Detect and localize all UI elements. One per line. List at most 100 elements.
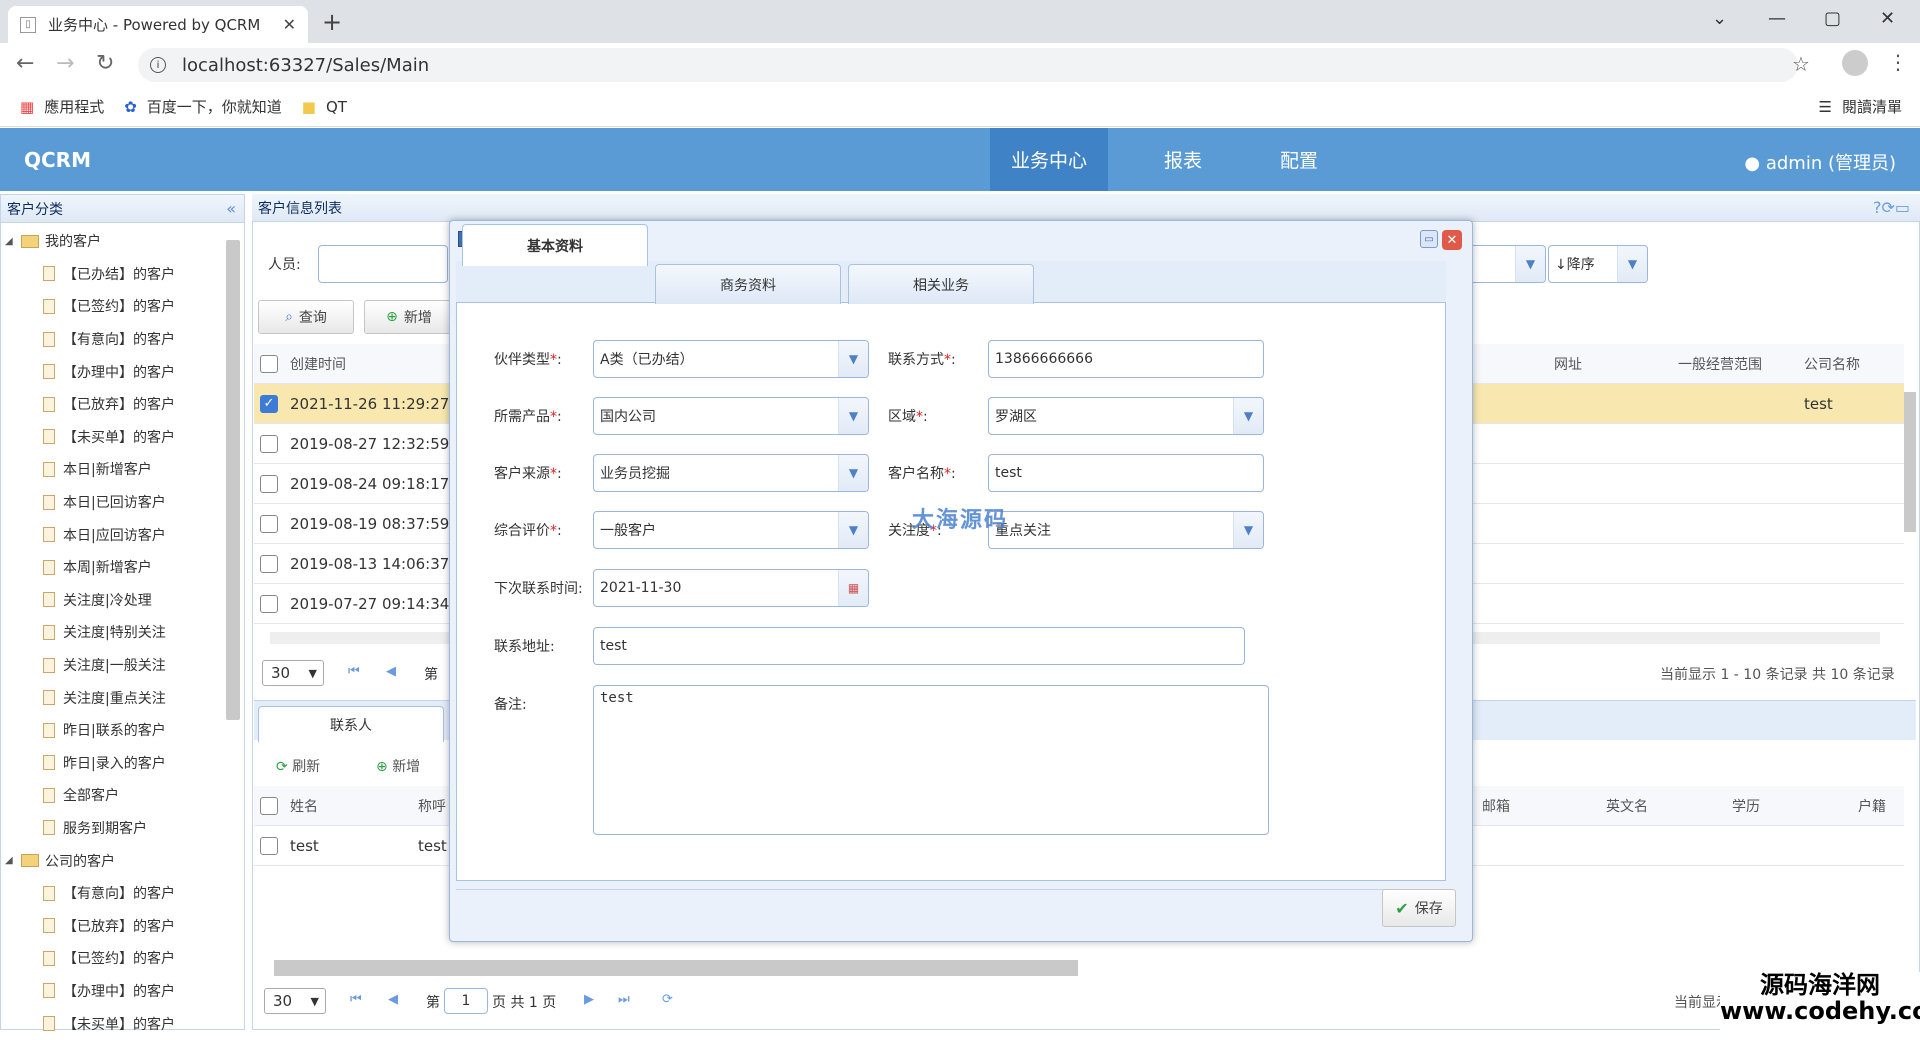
contacts-hscrollbar[interactable]	[274, 960, 1078, 976]
tree-item[interactable]: 关注度|特别关注	[1, 616, 244, 649]
tree-item[interactable]: 【已放弃】的客户	[1, 909, 244, 942]
bookmark-star-icon[interactable]: ☆	[1792, 52, 1810, 76]
first-page-icon[interactable]: ⏮	[348, 664, 360, 679]
col-domicile[interactable]: 户籍	[1858, 796, 1886, 816]
row-checkbox[interactable]	[260, 554, 278, 573]
select-all-checkbox[interactable]	[260, 354, 278, 373]
bookmark-apps[interactable]: ▦ 應用程式	[20, 96, 104, 117]
forward-icon[interactable]: →	[56, 51, 74, 76]
tab-close-icon[interactable]: ✕	[283, 15, 296, 34]
row-checkbox[interactable]	[260, 514, 278, 533]
tree-item[interactable]: 【未买单】的客户	[1, 421, 244, 454]
tree-group[interactable]: ◢ 公司的客户	[1, 844, 244, 877]
new-tab-icon[interactable]: +	[322, 8, 342, 36]
reload-icon[interactable]: ↻	[96, 51, 114, 76]
tree-item[interactable]: 【有意向】的客户	[1, 323, 244, 356]
tab-search-icon[interactable]: ⌄	[1712, 8, 1727, 29]
page-number-input[interactable]: 1	[444, 988, 488, 1014]
contacts-page-size-select[interactable]: 30 ▼	[264, 988, 326, 1014]
grid-vscrollbar[interactable]	[1904, 392, 1916, 532]
tree-item[interactable]: 本日|应回访客户	[1, 518, 244, 551]
tree-group[interactable]: ◢ 我的客户	[1, 225, 244, 258]
tree-item[interactable]: 本日|已回访客户	[1, 486, 244, 519]
row-checkbox[interactable]	[260, 594, 278, 613]
prev-page-icon[interactable]: ◀	[386, 664, 396, 679]
person-input[interactable]	[318, 245, 448, 283]
add-contact-button[interactable]: ⊕ 新增	[376, 756, 420, 776]
tree-item[interactable]: 【办理中】的客户	[1, 355, 244, 388]
source-select[interactable]: 业务员挖掘 ▼	[593, 454, 869, 492]
tree-item[interactable]: 昨日|录入的客户	[1, 747, 244, 780]
collapse-icon[interactable]: «	[226, 199, 236, 218]
col-created-time[interactable]: 创建时间	[290, 354, 346, 374]
customer-name-input[interactable]: test	[988, 454, 1264, 492]
tree-item[interactable]: 【有意向】的客户	[1, 877, 244, 910]
maximize-icon[interactable]: ▢	[1824, 8, 1841, 29]
close-window-icon[interactable]: ✕	[1880, 8, 1895, 29]
add-customer-button[interactable]: ⊕ 新增	[364, 300, 454, 334]
tree-item[interactable]: 【已签约】的客户	[1, 942, 244, 975]
col-title[interactable]: 称呼	[418, 796, 446, 816]
col-education[interactable]: 学历	[1732, 796, 1760, 816]
contacts-select-all-checkbox[interactable]	[260, 796, 278, 815]
col-website[interactable]: 网址	[1554, 354, 1582, 374]
site-info-icon[interactable]: i	[150, 57, 166, 73]
tree-item[interactable]: 昨日|联系的客户	[1, 714, 244, 747]
tree-item[interactable]: 【已放弃】的客户	[1, 388, 244, 421]
tree-item[interactable]: 【已办结】的客户	[1, 258, 244, 291]
row-checkbox[interactable]	[260, 836, 278, 855]
tree-item[interactable]: 【已签约】的客户	[1, 290, 244, 323]
save-button[interactable]: ✔ 保存	[1382, 889, 1456, 927]
profile-avatar[interactable]	[1842, 50, 1868, 76]
row-checkbox[interactable]: ✓	[260, 394, 278, 413]
page-size-select[interactable]: 30 ▼	[262, 660, 324, 686]
product-select[interactable]: 国内公司 ▼	[593, 397, 869, 435]
tree-item[interactable]: 【未买单】的客户	[1, 1007, 244, 1040]
memo-textarea[interactable]: test	[593, 685, 1269, 835]
back-icon[interactable]: ←	[16, 51, 34, 76]
contact-input[interactable]: 13866666666	[988, 340, 1264, 378]
last-page-icon[interactable]: ⏭	[618, 992, 630, 1007]
bookmark-baidu[interactable]: ✿ 百度一下，你就知道	[124, 96, 282, 117]
nav-settings[interactable]: 配置	[1244, 128, 1354, 191]
col-business-scope[interactable]: 一般经营范围	[1678, 354, 1762, 374]
maximize-icon[interactable]: ▭	[1420, 230, 1438, 248]
tree-item[interactable]: 全部客户	[1, 779, 244, 812]
query-button[interactable]: ⌕ 查询	[258, 300, 354, 334]
calendar-icon[interactable]: ▦	[838, 570, 868, 606]
tree-item[interactable]: 关注度|一般关注	[1, 649, 244, 682]
prev-page-icon[interactable]: ◀	[388, 992, 398, 1007]
minimize-icon[interactable]: —	[1768, 8, 1786, 29]
expand-toggle-icon[interactable]: ◢	[5, 855, 17, 866]
region-select[interactable]: 罗湖区 ▼	[988, 397, 1264, 435]
page-refresh-icon[interactable]: ⟳	[662, 992, 673, 1007]
browser-menu-icon[interactable]: ⋮	[1888, 50, 1908, 74]
expand-toggle-icon[interactable]: ◢	[5, 236, 17, 247]
tab-contacts[interactable]: 联系人	[258, 706, 444, 742]
tree-item[interactable]: 本周|新增客户	[1, 551, 244, 584]
tab-business-info[interactable]: 商务资料	[655, 264, 841, 304]
col-english-name[interactable]: 英文名	[1606, 796, 1648, 816]
first-page-icon[interactable]: ⏮	[350, 992, 362, 1007]
user-menu[interactable]: ● admin (管理员)	[1744, 149, 1896, 175]
attention-select[interactable]: 重点关注 ▼	[988, 511, 1264, 549]
bookmark-qt[interactable]: ■ QT	[302, 98, 347, 116]
tab-basic-info[interactable]: 基本资料	[462, 224, 648, 266]
browser-tab[interactable]: ▯ 业务中心 - Powered by QCRM ✕	[8, 6, 308, 43]
row-checkbox[interactable]	[260, 474, 278, 493]
reading-list[interactable]: ☰ 閱讀清單	[1819, 96, 1902, 117]
tree-item[interactable]: 【办理中】的客户	[1, 975, 244, 1008]
tree-item[interactable]: 服务到期客户	[1, 812, 244, 845]
panel-tools-icon[interactable]: ?⟳▭	[1873, 198, 1910, 217]
refresh-button[interactable]: ⟳ 刷新	[276, 756, 320, 776]
nav-business-center[interactable]: 业务中心	[990, 128, 1108, 191]
col-name[interactable]: 姓名	[290, 796, 318, 816]
close-icon[interactable]: ✕	[1442, 230, 1462, 250]
col-email[interactable]: 邮箱	[1482, 796, 1510, 816]
tree-item[interactable]: 关注度|冷处理	[1, 584, 244, 617]
tree-scrollbar[interactable]	[226, 240, 240, 720]
omnibox[interactable]: i localhost:63327/Sales/Main	[138, 48, 1798, 82]
partner-type-select[interactable]: A类（已办结） ▼	[593, 340, 869, 378]
col-company-name[interactable]: 公司名称	[1804, 354, 1860, 374]
rating-select[interactable]: 一般客户 ▼	[593, 511, 869, 549]
